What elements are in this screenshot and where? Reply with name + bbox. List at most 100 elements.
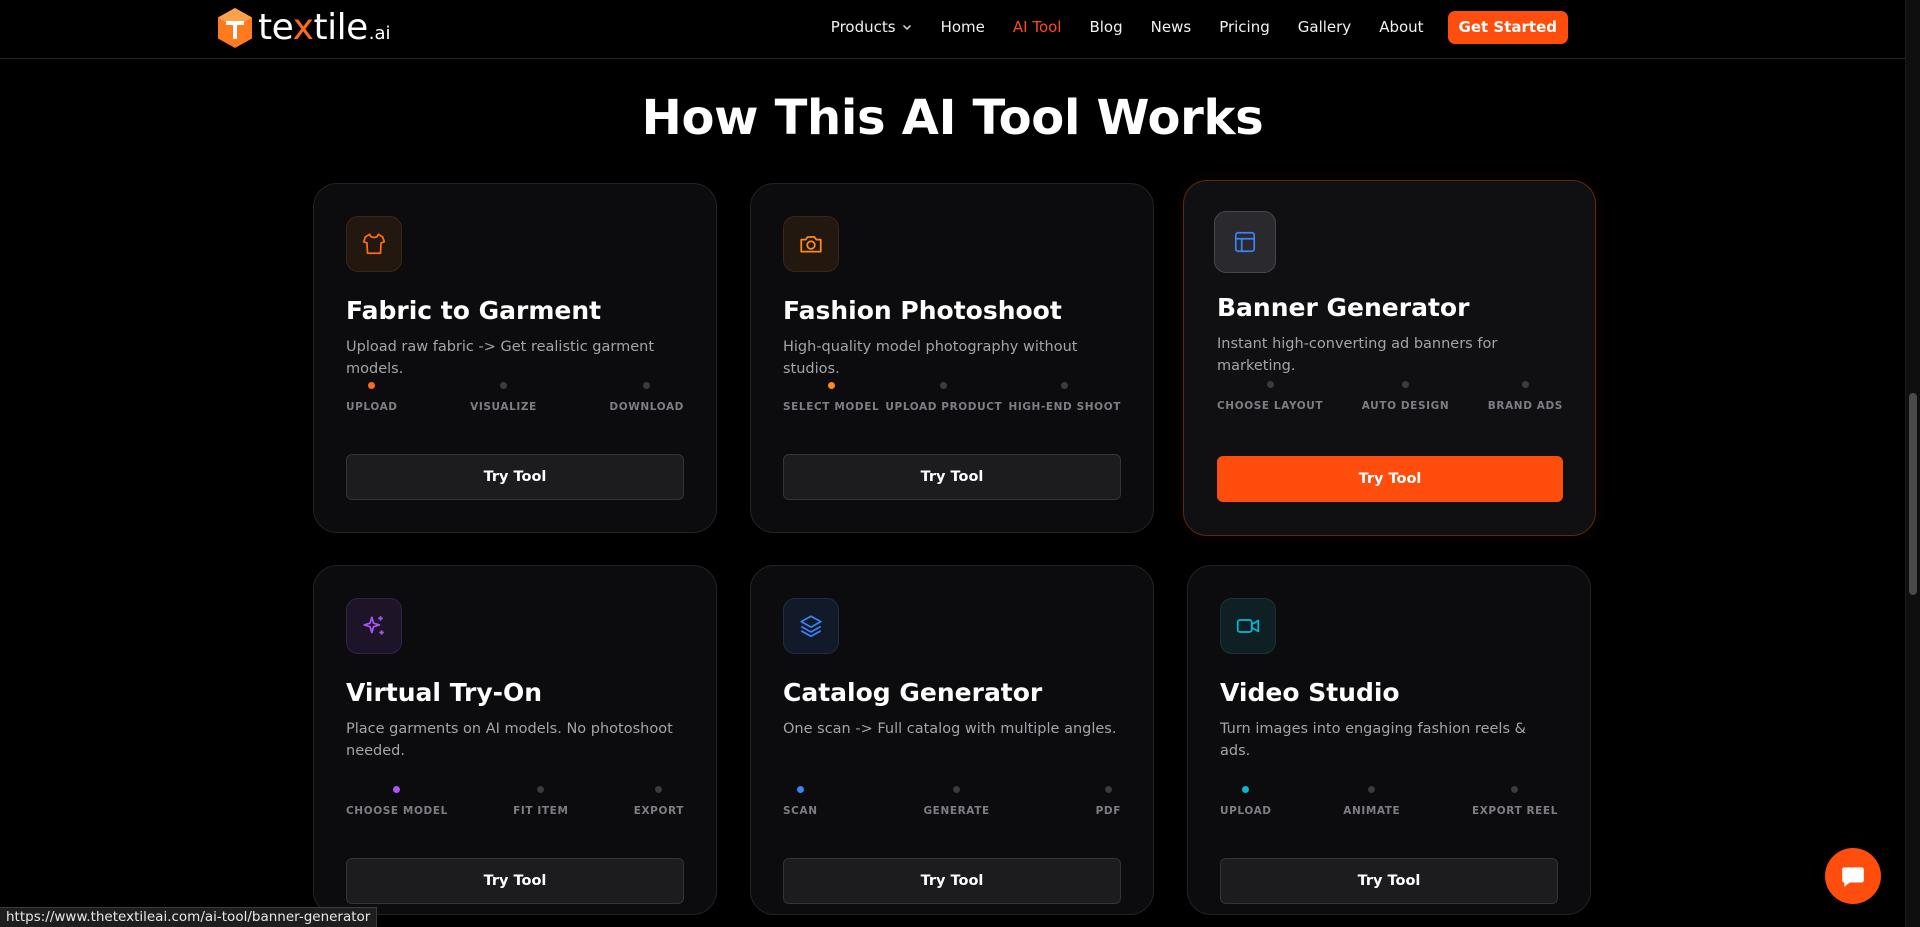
card-title: Fabric to Garment [346, 296, 602, 325]
card-icon-box [346, 216, 402, 272]
try-tool-button[interactable]: Try Tool [346, 858, 684, 904]
brand-logo[interactable]: textile .ai [216, 6, 391, 50]
step-dot [1266, 381, 1274, 388]
step-item: EXPORT REEL [1472, 786, 1558, 818]
link-status-url: https://www.thetextileai.com/ai-tool/ban… [0, 907, 378, 927]
step-dot [1061, 382, 1069, 389]
card-description: High-quality model photography without s… [783, 339, 1078, 377]
step-dot [1368, 786, 1376, 793]
step-item: AUTO DESIGN [1362, 381, 1449, 413]
step-dot [940, 382, 948, 389]
card-title: Banner Generator [1217, 293, 1470, 322]
step-label: EXPORT REEL [1471, 805, 1558, 817]
try-tool-button[interactable]: Try Tool [1217, 456, 1563, 502]
chat-launcher-button[interactable] [1825, 848, 1881, 904]
card-icon-box [1214, 211, 1276, 273]
step-label: DOWNLOAD [609, 401, 684, 413]
card-steps: SCAN GENERATE PDF [783, 786, 1121, 818]
step-label: AUTO DESIGN [1361, 400, 1450, 412]
step-item: CHOOSE MODEL [346, 786, 448, 818]
chevron-down-icon [902, 24, 911, 31]
chat-bubble-icon [1842, 867, 1864, 887]
sparkles-icon [363, 616, 384, 635]
step-item: GENERATE [923, 786, 989, 818]
step-item: VISUALIZE [470, 382, 537, 414]
card-steps: CHOOSE MODEL FIT ITEM EXPORT [346, 786, 684, 818]
tool-card-virtual-try-on: Virtual Try-On Place garments on AI mode… [313, 565, 717, 915]
card-steps: SELECT MODEL UPLOAD PRODUCT HIGH-END SHO… [783, 382, 1121, 414]
step-dot [953, 786, 961, 793]
step-label: UPLOAD [346, 401, 398, 413]
card-title: Virtual Try-On [346, 678, 543, 707]
step-label: SCAN [783, 805, 818, 817]
step-dot [655, 786, 663, 793]
step-dot [643, 382, 651, 389]
nav-pricing[interactable]: Pricing [1219, 18, 1270, 36]
step-label: BRAND ADS [1487, 400, 1563, 412]
step-item: EXPORT [634, 786, 684, 818]
nav-about[interactable]: About [1379, 18, 1423, 36]
card-title: Fashion Photoshoot [783, 296, 1062, 325]
tool-card-fabric-to-garment: Fabric to Garment Upload raw fabric -> G… [313, 183, 717, 533]
card-steps: UPLOAD VISUALIZE DOWNLOAD [346, 382, 684, 414]
step-dot [537, 786, 545, 793]
tool-card-fashion-photoshoot: Fashion Photoshoot High-quality model ph… [750, 183, 1154, 533]
step-label: CHOOSE LAYOUT [1217, 400, 1324, 412]
tool-card-video-studio: Video Studio Turn images into engaging f… [1187, 565, 1591, 915]
step-dot-active [827, 382, 835, 389]
section-title: How This AI Tool Works [641, 90, 1264, 146]
step-dot [1104, 786, 1112, 793]
step-item: DOWNLOAD [609, 382, 684, 414]
step-item: CHOOSE LAYOUT [1217, 381, 1323, 413]
top-nav: textile .ai Products Home AI Tool Blog N… [0, 0, 1905, 59]
layers-icon [800, 615, 822, 638]
tool-card-banner-generator: Banner Generator Instant high-converting… [1183, 180, 1596, 536]
video-icon [1236, 619, 1260, 633]
page-scrollbar[interactable] [1905, 0, 1920, 927]
step-label: CHOOSE MODEL [346, 805, 448, 817]
scrollbar-thumb[interactable] [1909, 393, 1917, 595]
nav-blog[interactable]: Blog [1089, 18, 1122, 36]
step-item: HIGH-END SHOOT [1008, 382, 1121, 414]
step-label: HIGH-END SHOOT [1008, 401, 1121, 413]
step-label: ANIMATE [1343, 805, 1401, 817]
step-dot-active [796, 786, 804, 793]
brand-wordmark: textile [258, 7, 368, 48]
card-description: Turn images into engaging fashion reels … [1220, 721, 1526, 759]
step-dot [1521, 381, 1529, 388]
nav-news[interactable]: News [1151, 18, 1192, 36]
step-item: BRAND ADS [1488, 381, 1563, 413]
step-label: UPLOAD [1220, 805, 1272, 817]
step-label: PDF [1095, 805, 1121, 817]
main-menu: Products Home AI Tool Blog News Pricing … [803, 0, 1568, 54]
nav-products[interactable]: Products [831, 18, 913, 36]
step-item: SELECT MODEL [783, 382, 879, 414]
tool-card-catalog-generator: Catalog Generator One scan -> Full catal… [750, 565, 1154, 915]
card-icon-box [346, 598, 402, 654]
step-dot-active [1242, 786, 1250, 793]
card-description: Instant high-converting ad banners for m… [1217, 336, 1498, 374]
nav-ai-tool[interactable]: AI Tool [1013, 18, 1062, 36]
step-item: UPLOAD [1220, 786, 1272, 818]
card-steps: CHOOSE LAYOUT AUTO DESIGN BRAND ADS [1217, 381, 1563, 413]
nav-products-label: Products [830, 18, 896, 36]
try-tool-button[interactable]: Try Tool [783, 454, 1121, 500]
try-tool-button[interactable]: Try Tool [783, 858, 1121, 904]
nav-gallery[interactable]: Gallery [1298, 18, 1351, 36]
step-label: FIT ITEM [513, 805, 569, 817]
step-label: UPLOAD PRODUCT [885, 401, 1003, 413]
try-tool-button[interactable]: Try Tool [1220, 858, 1558, 904]
card-steps: UPLOAD ANIMATE EXPORT REEL [1220, 786, 1558, 818]
step-item: UPLOAD PRODUCT [885, 382, 1002, 414]
nav-home[interactable]: Home [941, 18, 985, 36]
step-dot-active [393, 786, 401, 793]
try-tool-button[interactable]: Try Tool [346, 454, 684, 500]
brand-suffix: .ai [368, 23, 391, 44]
get-started-button[interactable]: Get Started [1447, 10, 1568, 44]
logo-hexagon-icon [216, 7, 254, 49]
step-item: ANIMATE [1343, 786, 1400, 818]
step-dot [500, 382, 507, 389]
card-description: One scan -> Full catalog with multiple a… [783, 721, 1117, 737]
layout-icon [1234, 231, 1256, 253]
step-label: EXPORT [633, 805, 684, 817]
